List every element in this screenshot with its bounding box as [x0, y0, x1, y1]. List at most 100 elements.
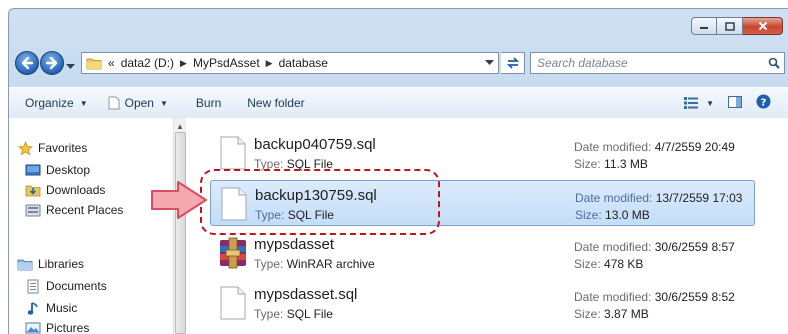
modified-value: 13/7/2559 17:03 — [655, 191, 743, 205]
search-icon — [768, 57, 780, 69]
nav-label: Pictures — [46, 321, 90, 334]
command-bar: Organize ▼ Open ▼ Burn New folder ▼ ? — [9, 87, 788, 119]
size-label: Size: — [574, 307, 601, 321]
modified-value: 4/7/2559 20:49 — [654, 140, 735, 154]
nav-label: Libraries — [38, 257, 85, 271]
burn-button[interactable]: Burn — [178, 90, 231, 116]
search-button[interactable] — [764, 57, 784, 69]
nav-label: Documents — [46, 279, 107, 293]
recent-places-icon — [25, 202, 41, 218]
close-button[interactable] — [743, 17, 783, 35]
view-list-icon — [684, 97, 699, 109]
toolbar-right: ▼ ? — [684, 94, 788, 112]
address-folder-area — [82, 56, 105, 70]
nav-pictures[interactable]: Pictures — [25, 318, 89, 334]
file-item[interactable]: mypsdasset.sql Type: SQL File Date modif… — [210, 280, 755, 326]
nav-music[interactable]: Music — [25, 298, 77, 318]
nav-favorites[interactable]: Favorites — [17, 138, 87, 158]
document-icon — [220, 286, 246, 320]
nav-label: Music — [46, 301, 78, 315]
file-modified: Date modified: 30/6/2559 8:52 — [574, 290, 735, 304]
file-type: Type: WinRAR archive — [254, 257, 375, 271]
music-icon — [25, 300, 41, 316]
date-modified-label: Date modified: — [575, 191, 653, 205]
address-bar[interactable]: « data2 (D:) ▶ MyPsdAsset ▶ database — [81, 52, 499, 74]
nav-desktop[interactable]: Desktop — [25, 160, 90, 180]
refresh-icon — [506, 57, 519, 69]
date-modified-label: Date modified: — [574, 140, 652, 154]
star-icon — [17, 140, 33, 156]
open-button[interactable]: Open ▼ — [98, 90, 178, 116]
breadcrumb-mypsdasset[interactable]: MyPsdAsset — [190, 56, 263, 70]
size-value: 13.0 MB — [605, 208, 650, 222]
date-modified-label: Date modified: — [574, 240, 652, 254]
help-button[interactable]: ? — [756, 94, 771, 112]
organize-label: Organize — [25, 96, 74, 110]
minimize-button[interactable] — [691, 17, 717, 35]
modified-value: 30/6/2559 8:57 — [654, 240, 735, 254]
address-history-dropdown[interactable] — [481, 58, 498, 68]
search-box[interactable]: Search database — [530, 52, 785, 74]
nav-scrollbar[interactable]: ▲ — [173, 118, 186, 334]
recent-pages-dropdown[interactable] — [66, 59, 75, 73]
size-label: Size: — [574, 257, 601, 271]
pointer-arrow-icon — [151, 181, 207, 219]
close-icon — [758, 21, 767, 31]
scroll-thumb[interactable] — [175, 132, 186, 334]
winrar-icon — [220, 237, 246, 269]
pictures-icon — [25, 320, 41, 334]
maximize-button[interactable] — [717, 17, 743, 35]
new-folder-label: New folder — [247, 96, 305, 110]
arrow-left-icon — [21, 56, 34, 70]
type-value: WinRAR archive — [286, 257, 375, 271]
chevron-down-icon — [66, 64, 75, 69]
breadcrumb-database[interactable]: database — [276, 56, 331, 70]
file-size: Size: 478 KB — [574, 257, 643, 271]
file-item[interactable]: mypsdasset Type: WinRAR archive Date mod… — [210, 230, 755, 276]
nav-libraries[interactable]: Libraries — [17, 254, 84, 274]
chevron-down-icon — [485, 60, 494, 65]
breadcrumb-drive[interactable]: data2 (D:) — [118, 56, 177, 70]
minimize-icon — [700, 27, 708, 29]
organize-button[interactable]: Organize ▼ — [9, 90, 98, 116]
svg-text:?: ? — [761, 98, 767, 109]
file-modified: Date modified: 30/6/2559 8:57 — [574, 240, 735, 254]
size-value: 11.3 MB — [604, 157, 648, 171]
desktop-icon — [25, 162, 41, 178]
search-input[interactable]: Search database — [531, 56, 764, 70]
file-modified: Date modified: 4/7/2559 20:49 — [574, 140, 735, 154]
size-label: Size: — [575, 208, 602, 222]
breadcrumb-overflow[interactable]: « — [105, 56, 118, 70]
breadcrumb-separator-icon[interactable]: ▶ — [263, 58, 276, 69]
new-folder-button[interactable]: New folder — [231, 90, 314, 116]
type-label: Type: — [254, 307, 284, 321]
chevron-down-icon: ▼ — [159, 98, 168, 108]
forward-button[interactable] — [40, 51, 64, 75]
file-size: Size: 11.3 MB — [574, 157, 648, 171]
file-name: mypsdasset — [254, 236, 335, 253]
back-button[interactable] — [15, 51, 39, 75]
nav-documents[interactable]: Documents — [25, 276, 107, 296]
nav-label: Desktop — [46, 163, 91, 177]
file-modified: Date modified: 13/7/2559 17:03 — [575, 191, 742, 205]
nav-label: Favorites — [38, 141, 88, 155]
nav-downloads[interactable]: Downloads — [25, 180, 105, 200]
burn-label: Burn — [195, 96, 222, 110]
document-icon — [220, 136, 246, 170]
type-value: SQL File — [286, 307, 333, 321]
documents-icon — [25, 278, 41, 294]
help-icon: ? — [756, 94, 771, 109]
scroll-up-icon[interactable]: ▲ — [176, 122, 184, 131]
refresh-button[interactable] — [501, 52, 525, 74]
file-type: Type: SQL File — [254, 307, 333, 321]
navigation-pane: Favorites Desktop Downloads Recent Place… — [9, 118, 186, 334]
size-label: Size: — [574, 157, 601, 171]
preview-pane-button[interactable] — [728, 95, 742, 111]
type-label: Type: — [254, 257, 284, 271]
change-view-button[interactable]: ▼ — [684, 97, 714, 109]
document-icon — [108, 96, 120, 110]
arrow-right-icon — [45, 56, 58, 70]
chevron-down-icon: ▼ — [706, 98, 714, 108]
nav-recent-places[interactable]: Recent Places — [25, 200, 123, 220]
breadcrumb-separator-icon[interactable]: ▶ — [177, 58, 190, 69]
